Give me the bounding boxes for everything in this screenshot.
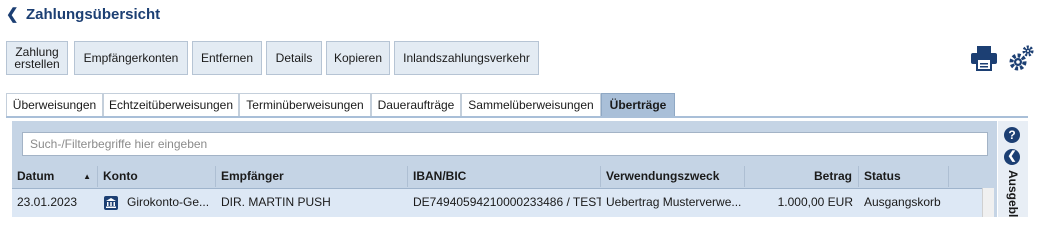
cell-status: Ausgangskorb [864, 195, 941, 209]
column-header-betrag[interactable]: Betrag [745, 166, 859, 187]
cell-konto: Girokonto-Ge... [127, 195, 210, 209]
recipient-accounts-button[interactable]: Empfängerkonten [74, 41, 188, 75]
create-payment-button[interactable]: Zahlung erstellen [6, 41, 68, 75]
cell-empfaenger: DIR. MARTIN PUSH [221, 195, 331, 209]
column-header-datum-label: Datum [17, 169, 55, 183]
page-title: Zahlungsübersicht [26, 6, 161, 23]
hidden-columns-toggle[interactable]: Ausgeblendet [1004, 170, 1022, 217]
domestic-payments-button[interactable]: Inlandszahlungsverkehr [394, 41, 539, 75]
tab-transfers[interactable]: Überweisungen [6, 93, 103, 116]
tab-batch-transfers[interactable]: Sammelüberweisungen [461, 93, 601, 116]
column-header-status[interactable]: Status [859, 166, 949, 187]
copy-button[interactable]: Kopieren [326, 41, 390, 75]
column-header-verwendungszweck[interactable]: Verwendungszweck [601, 166, 745, 187]
sort-ascending-icon: ▲ [83, 172, 91, 181]
cell-verwendungszweck: Uebertrag Musterverwe... [606, 195, 742, 209]
tab-standing-orders[interactable]: Daueraufträge [371, 93, 461, 116]
column-header-iban[interactable]: IBAN/BIC [408, 166, 601, 187]
printer-icon[interactable] [970, 45, 998, 71]
cell-datum: 23.01.2023 [17, 195, 78, 209]
cell-betrag: 1.000,00 EUR [777, 195, 853, 209]
cell-iban: DE74940594210000233486 / TEST... [413, 195, 601, 209]
bank-icon [104, 196, 118, 210]
column-header-konto[interactable]: Konto [98, 166, 216, 187]
back-chevron-icon[interactable]: ❮ [6, 6, 20, 24]
details-button[interactable]: Details [266, 41, 322, 75]
search-input[interactable] [22, 132, 988, 156]
side-panel-label: Ausgeblendet [1006, 170, 1020, 217]
tab-internal-transfers[interactable]: Überträge [601, 93, 675, 116]
tab-instant-transfers[interactable]: Echtzeitüberweisungen [103, 93, 239, 116]
help-icon[interactable]: ? [1004, 127, 1020, 143]
remove-button[interactable]: Entfernen [192, 41, 262, 75]
column-header-empfaenger[interactable]: Empfänger [216, 166, 408, 187]
create-payment-label-line2: erstellen [14, 57, 60, 71]
tab-scheduled-transfers[interactable]: Terminüberweisungen [239, 93, 371, 116]
settings-gears-icon[interactable] [1008, 44, 1034, 72]
chevron-left-circle-icon[interactable]: ❮ [1004, 149, 1020, 165]
column-header-datum[interactable]: Datum ▲ [12, 166, 98, 187]
table-scrollbar[interactable] [982, 188, 994, 217]
tab-underline [6, 116, 1028, 118]
